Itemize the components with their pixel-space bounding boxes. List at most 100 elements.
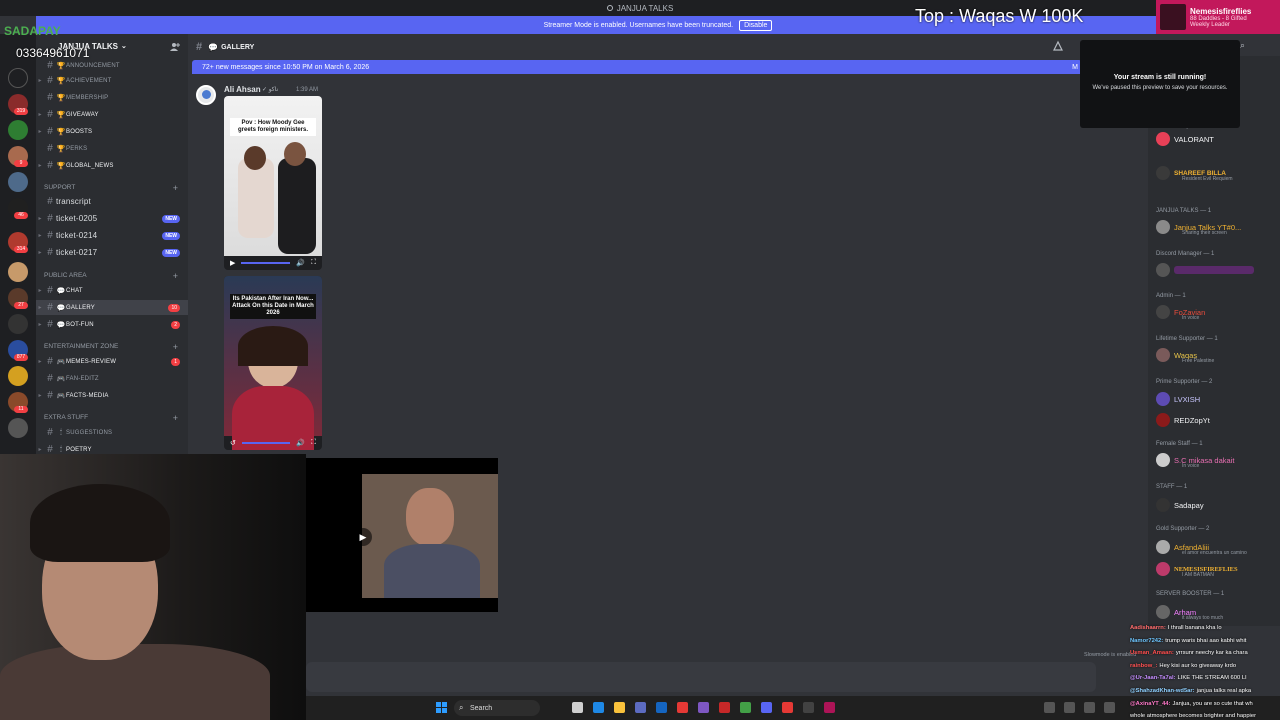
stream-chat-line: rainbow_: Hey kisi aur ko giveaway krdo <box>1130 662 1237 669</box>
edge-icon[interactable] <box>593 702 604 713</box>
hash-icon: # <box>196 41 203 53</box>
channel-memes-review[interactable]: ▸ # 🎮 MEMES-REVIEW 1 <box>36 354 188 369</box>
app-icon[interactable] <box>782 702 793 713</box>
member-item[interactable] <box>1156 261 1280 279</box>
app-icon[interactable] <box>719 702 730 713</box>
tray-icon[interactable] <box>1084 702 1095 713</box>
volume-icon[interactable]: 🔊 <box>296 439 305 447</box>
channel-ticket-0217[interactable]: ▸ # ticket-0217 NEW <box>36 245 188 260</box>
discord-icon[interactable] <box>761 702 772 713</box>
channel-ticket-0214[interactable]: ▸ # ticket-0214 NEW <box>36 228 188 243</box>
channel-chat[interactable]: ▸ # 💬 CHAT <box>36 283 188 298</box>
avatar[interactable] <box>196 85 216 105</box>
member-item[interactable]: Sadapay <box>1156 496 1280 514</box>
message-input[interactable] <box>306 662 1096 692</box>
tray-icon[interactable] <box>1064 702 1075 713</box>
channel-suggestions[interactable]: # 🕯 SUGGESTIONS <box>36 425 188 440</box>
member-item[interactable]: LVXISH <box>1156 390 1280 408</box>
channel-perks[interactable]: # 🏆 PERKS <box>36 141 188 156</box>
video-attachment[interactable]: Pov : How Moody Gee greets foreign minis… <box>224 96 322 270</box>
channel-transcript[interactable]: # transcript <box>36 194 188 209</box>
category-extra-stuff[interactable]: EXTRA STUFF + <box>36 411 188 424</box>
channel-gallery[interactable]: ▸ # 💬 GALLERY 10 <box>36 300 188 315</box>
video-progress-bar[interactable] <box>241 262 291 264</box>
windows-start-icon[interactable] <box>436 702 447 713</box>
video-attachment[interactable]: ▶ <box>306 458 498 612</box>
chevron-down-icon: ⌄ <box>121 43 127 50</box>
disable-streamer-mode-button[interactable]: Disable <box>739 19 773 31</box>
server-icon[interactable] <box>8 120 28 140</box>
controller-icon: 🎮 <box>56 375 66 383</box>
stream-preview-popup: Your stream is still running! We've paus… <box>1080 40 1240 128</box>
app-icon[interactable] <box>635 702 646 713</box>
tray-icon[interactable] <box>1044 702 1055 713</box>
member-item[interactable]: REDZopYt <box>1156 411 1280 429</box>
trophy-icon: 🏆 <box>56 111 66 119</box>
app-icon[interactable] <box>803 702 814 713</box>
add-member-icon[interactable] <box>170 42 180 51</box>
taskbar-search[interactable]: ⌕ Search <box>454 700 540 716</box>
member-item[interactable]: NEMESISFIREFLIES I AM BATMAN <box>1156 560 1280 578</box>
volume-icon[interactable]: 🔊 <box>296 259 305 267</box>
server-icon[interactable] <box>8 366 28 386</box>
channel-bot-fun[interactable]: ▸ # 💬 BOT-FUN 2 <box>36 317 188 332</box>
task-view-icon[interactable] <box>572 702 583 713</box>
channel-announcement[interactable]: # 🏆 ANNOUNCEMENT <box>36 58 188 73</box>
channel-poetry[interactable]: ▸ # 🕯 POETRY <box>36 442 188 454</box>
message-author[interactable]: Ali Ahsan <box>224 85 261 94</box>
play-icon[interactable]: ▶ <box>230 259 235 267</box>
fullscreen-icon[interactable]: ⛶ <box>311 259 316 267</box>
channel-facts-media[interactable]: ▸ # 🎮 FACTS-MEDIA <box>36 388 188 403</box>
member-item[interactable]: VALORANT Alpha Gfx <box>1156 124 1280 148</box>
member-group-heading: JANJUA TALKS — 1 <box>1156 208 1212 214</box>
video-attachment[interactable]: Its Pakistan After Iran Now... Attack On… <box>224 276 322 450</box>
server-icon[interactable] <box>8 314 28 334</box>
stream-chat-line: Usman_Amaan: yrrsunr neechy kar ka chara <box>1130 650 1248 657</box>
member-item[interactable]: AsfandAliii el amor encuentra un camino <box>1156 538 1280 556</box>
member-item[interactable]: S.C mikasa dakait In voice <box>1156 451 1280 469</box>
add-channel-icon[interactable]: + <box>173 342 178 352</box>
play-icon[interactable]: ▶ <box>354 528 372 546</box>
new-messages-bar[interactable]: 72+ new messages since 10:50 PM on March… <box>192 60 1082 74</box>
replay-icon[interactable]: ↺ <box>230 439 236 447</box>
member-item[interactable]: FoZavian In voice <box>1156 303 1280 321</box>
threads-icon[interactable] <box>1052 40 1064 52</box>
app-icon[interactable] <box>824 702 835 713</box>
member-item[interactable]: Arham it always too much <box>1156 603 1280 621</box>
server-icon[interactable] <box>8 172 28 192</box>
category-support[interactable]: SUPPORT + <box>36 181 188 194</box>
add-channel-icon[interactable]: + <box>173 271 178 281</box>
new-badge: NEW <box>162 231 180 240</box>
channel-membership[interactable]: # 🏆 MEMBERSHIP <box>36 90 188 105</box>
sub-goal-name: Nemesisfireflies <box>1190 6 1252 16</box>
member-item[interactable]: Janjua Talks YT#0... Sharing their scree… <box>1156 218 1280 236</box>
member-item[interactable]: SHAREEF BILLA Resident Evil Requiem <box>1156 164 1280 182</box>
server-icon-infinity[interactable] <box>8 68 28 88</box>
mark-as-read[interactable]: M <box>1072 64 1078 71</box>
app-icon[interactable] <box>656 702 667 713</box>
add-channel-icon[interactable]: + <box>173 413 178 423</box>
fullscreen-icon[interactable]: ⛶ <box>311 439 316 447</box>
channel-global-news[interactable]: ▸ # 🏆 GLOBAL_NEWS <box>36 158 188 173</box>
folder-icon[interactable] <box>614 702 625 713</box>
channel-ticket-0205[interactable]: ▸ # ticket-0205 NEW <box>36 211 188 226</box>
channel-boosts[interactable]: ▸ # 🏆 BOOSTS <box>36 124 188 139</box>
hash-icon: # <box>47 390 53 401</box>
add-channel-icon[interactable]: + <box>173 183 178 193</box>
person-hair <box>30 484 170 562</box>
category-public-area[interactable]: PUBLIC AREA + <box>36 269 188 282</box>
app-icon[interactable] <box>677 702 688 713</box>
server-icon[interactable] <box>8 262 28 282</box>
app-icon[interactable] <box>740 702 751 713</box>
avatar <box>1156 132 1170 146</box>
server-icon[interactable] <box>8 418 28 438</box>
category-entertainment-zone[interactable]: ENTERTAINMENT ZONE + <box>36 340 188 353</box>
tray-icon[interactable] <box>1104 702 1115 713</box>
video-progress-bar[interactable] <box>241 442 291 444</box>
search-icon[interactable]: ⌕ <box>1240 40 1245 51</box>
app-icon[interactable] <box>698 702 709 713</box>
channel-giveaway[interactable]: ▸ # 🏆 GIVEAWAY <box>36 107 188 122</box>
channel-fan-editz[interactable]: # 🎮 FAN-EDITZ <box>36 371 188 386</box>
channel-achievement[interactable]: ▸ # 🏆 ACHIEVEMENT <box>36 73 188 88</box>
member-item[interactable]: Waqas Free Palestine <box>1156 346 1280 364</box>
